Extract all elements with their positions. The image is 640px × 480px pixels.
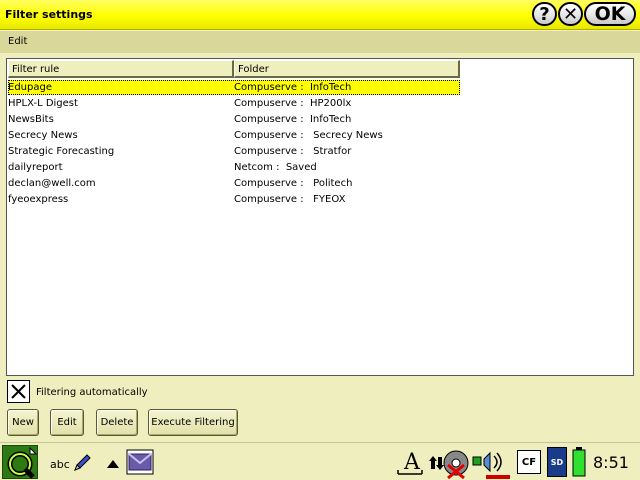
filter-rule-cell: Secrecy News [8,130,78,141]
edit-button[interactable]: Edit [50,409,84,436]
filtering-auto-label: Filtering automatically [36,387,148,398]
menu-edit[interactable]: Edit [8,36,27,47]
close-button[interactable]: ✕ [558,2,583,26]
checkmark-x-icon [11,384,26,399]
handwriting-input[interactable]: abc [50,453,92,473]
filter-rule-cell: Strategic Forecasting [8,146,115,157]
list-item[interactable]: declan@well.com Compuserve : Politech [8,176,634,192]
execute-filtering-button[interactable]: Execute Filtering [148,409,238,436]
list-item[interactable]: fyeoexpress Compuserve : FYEOX [8,192,634,208]
column-header-filter-rule[interactable]: Filter rule [8,60,234,78]
filtering-auto-checkbox[interactable] [7,380,30,403]
list-item[interactable]: Secrecy News Compuserve : Secrecy News [8,128,634,144]
cf-card-icon[interactable]: CF [517,450,541,474]
filter-rows: Edupage Compuserve : InfoTech HPLX-L Dig… [8,80,634,208]
window-title: Filter settings [5,8,93,21]
sd-card-icon[interactable]: SD [547,447,567,477]
clock[interactable]: 8:51 [593,453,629,472]
filter-rule-cell: fyeoexpress [8,194,69,205]
filter-rule-cell: HPLX-L Digest [8,98,78,109]
svg-text:A: A [403,450,421,475]
new-button[interactable]: New [7,409,39,436]
mail-icon[interactable] [126,449,154,475]
filter-rule-cell: declan@well.com [8,178,96,189]
filter-rule-cell: dailyreport [8,162,63,173]
filter-list[interactable]: Filter rule Folder Edupage Compuserve : … [6,58,634,376]
list-item[interactable]: dailyreport Netcom : Saved [8,160,634,176]
taskbar: abc A CF SD 8:51 [0,442,640,480]
list-item[interactable]: NewsBits Compuserve : InfoTech [8,112,634,128]
qtopia-logo-icon[interactable] [2,445,38,479]
list-item[interactable]: HPLX-L Digest Compuserve : HP200lx [8,96,634,112]
filter-rule-cell: NewsBits [8,114,54,125]
column-header-folder[interactable]: Folder [234,60,460,78]
folder-cell: Compuserve : FYEOX [234,194,346,205]
folder-cell: Compuserve : InfoTech [234,114,352,125]
folder-cell: Compuserve : Secrecy News [234,130,383,141]
menu-bar: Edit [0,31,640,53]
battery-icon[interactable] [572,447,586,477]
title-bar: Filter settings ? ✕ OK [0,0,640,30]
list-item[interactable]: Edupage Compuserve : InfoTech [8,80,634,96]
delete-button[interactable]: Delete [96,409,138,436]
folder-cell: Compuserve : Politech [234,178,353,189]
help-button[interactable]: ? [532,2,557,26]
network-off-icon[interactable] [426,447,472,480]
ok-button[interactable]: OK [584,2,636,26]
handwriting-label: abc [50,458,70,471]
filter-rule-cell: Edupage [8,82,52,93]
text-input-icon[interactable]: A [396,447,424,477]
folder-cell: Compuserve : Stratfor [234,146,352,157]
folder-cell: Compuserve : InfoTech [234,82,352,93]
folder-cell: Compuserve : HP200lx [234,98,352,109]
arrow-up-icon[interactable] [106,459,120,469]
folder-cell: Netcom : Saved [234,162,317,173]
volume-icon[interactable] [472,447,514,479]
pencil-icon [74,454,91,471]
list-item[interactable]: Strategic Forecasting Compuserve : Strat… [8,144,634,160]
